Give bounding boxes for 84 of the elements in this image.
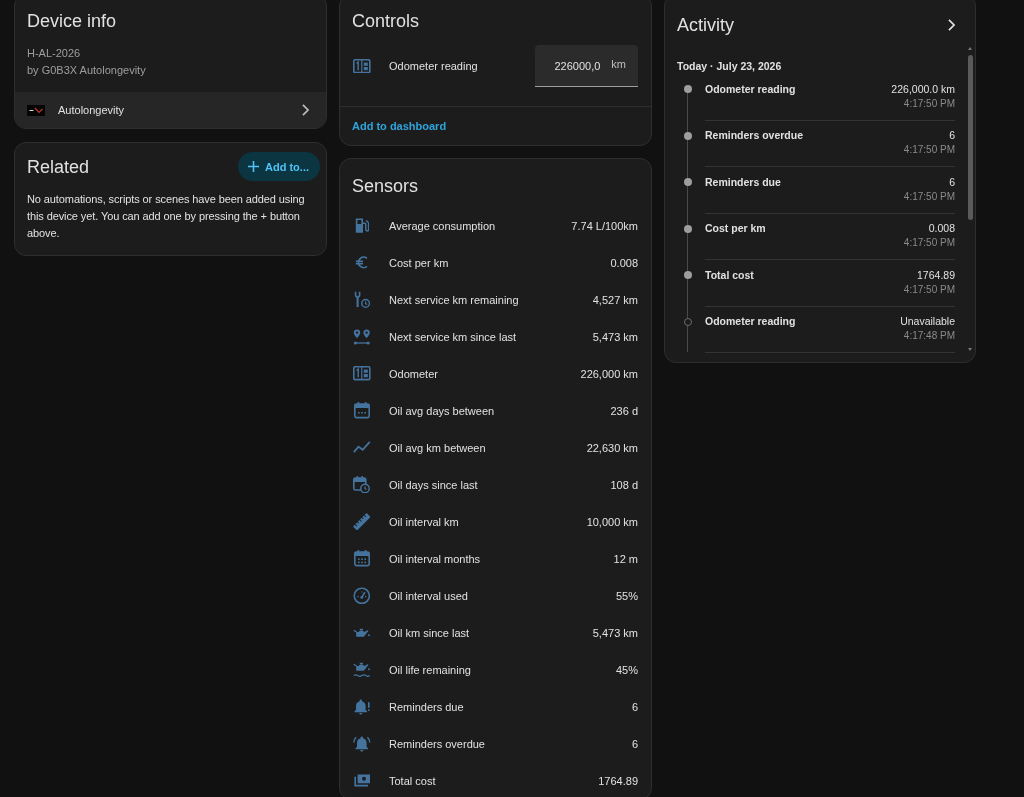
sensor-name: Odometer [389, 367, 439, 380]
card-title: Controls [352, 10, 420, 33]
sensor-value: 6 [631, 700, 638, 713]
sensor-value: 226,000 km [580, 367, 638, 380]
entry-time: 4:17:50 PM [903, 144, 955, 155]
add-to-dashboard-link[interactable]: Add to dashboard [348, 115, 451, 137]
sensor-name: Total cost [389, 774, 437, 787]
bell-ring-icon [353, 735, 371, 752]
oil-can-icon [353, 627, 371, 638]
logo-icon [27, 104, 45, 116]
cash-icon [353, 774, 371, 787]
calendar-icon [354, 550, 370, 567]
sensor-value: 45% [615, 663, 638, 676]
entry-value: 0.008 [928, 221, 955, 236]
wrench-clock-icon [353, 290, 371, 309]
entry-value: 6 [949, 128, 955, 143]
calendar-clock-icon [353, 475, 371, 494]
sensor-name: Next service km remaining [389, 293, 520, 306]
fuel-pump-icon [354, 217, 370, 234]
sensor-value: 7.74 L/100km [571, 219, 638, 232]
sensor-name: Oil interval used [389, 589, 469, 602]
bell-alert-icon [354, 698, 370, 715]
counter-icon [353, 58, 371, 74]
sensor-name: Reminders due [389, 700, 465, 713]
sensor-value: 10,000 km [586, 515, 638, 528]
sensor-value: 4,527 km [592, 293, 638, 306]
entry-time: 4:17:50 PM [903, 190, 955, 202]
entry-name: Reminders overdue [705, 128, 804, 143]
manufacturer-text: by G0B3X Autolongevity [27, 63, 146, 78]
sensor-name: Cost per km [389, 256, 450, 269]
sensor-value: 22,630 km [586, 441, 638, 454]
entry-time: 4:17:50 PM [903, 97, 955, 109]
sensor-value: 0.008 [610, 256, 638, 269]
sensor-name: Oil interval months [389, 552, 482, 565]
entry-value: 1764.89 [917, 267, 955, 283]
sensor-name: Oil days since last [389, 478, 479, 491]
entry-time: 4:17:50 PM [903, 237, 955, 248]
two-pins-path-icon [353, 328, 371, 345]
calendar-icon [354, 402, 370, 419]
model-text: H-AL-2026 [27, 46, 81, 61]
entry-time: 4:17:50 PM [903, 283, 955, 295]
entry-name: Odometer reading [705, 314, 796, 329]
card-title: Device info [27, 10, 117, 33]
gauge-icon [353, 586, 371, 605]
entry-name: Cost per km [705, 221, 766, 236]
card-title: Activity [677, 14, 734, 37]
entry-name: Odometer reading [705, 81, 796, 97]
number-input[interactable]: 226000,0 km [535, 45, 638, 87]
sensor-name: Oil interval km [389, 515, 460, 528]
chevron-right-icon [302, 104, 309, 116]
chevron-right-icon[interactable] [948, 19, 955, 31]
sensor-value: 6 [631, 737, 638, 750]
integration-item[interactable]: Autolongevity [15, 92, 326, 128]
card-title: Related [27, 155, 90, 179]
entry-value: 6 [949, 174, 955, 190]
euro-icon [355, 256, 369, 269]
sensor-name: Oil life remaining [389, 663, 472, 676]
card-title: Sensors [352, 175, 419, 198]
add-to-button[interactable]: Add to... [238, 152, 320, 181]
sensor-value: 12 m [613, 552, 638, 565]
date-heading: Today · July 23, 2026 [677, 59, 783, 74]
oil-can-waves-icon [353, 661, 371, 678]
sensor-value: 5,473 km [592, 330, 638, 343]
plus-icon [248, 161, 259, 172]
control-name: Odometer reading [389, 60, 479, 72]
sensor-name: Oil avg days between [389, 404, 496, 417]
related-message: No automations, scripts or scenes have been added using this device yet. You can add one by pressing the + button above. [26, 192, 306, 241]
sensor-name: Next service km since last [389, 330, 518, 343]
sensor-value: 55% [615, 589, 638, 602]
sensor-name: Average consumption [389, 219, 497, 232]
entry-name: Reminders due [705, 174, 781, 190]
sensor-value: 5,473 km [592, 626, 638, 639]
sensor-value: 1764.89 [598, 774, 638, 787]
sensor-value: 108 d [610, 478, 638, 491]
counter-icon [353, 366, 371, 381]
sensor-value: 236 d [610, 404, 638, 417]
chart-line-icon [353, 441, 371, 454]
entry-value: 226,000.0 km [891, 81, 955, 97]
entry-time: 4:17:48 PM [903, 330, 955, 341]
entry-value: Unavailable [900, 314, 955, 329]
sensor-name: Oil avg km between [389, 441, 487, 454]
sensor-name: Reminders overdue [389, 737, 486, 750]
sensor-name: Oil km since last [389, 626, 471, 639]
entry-name: Total cost [705, 267, 754, 283]
